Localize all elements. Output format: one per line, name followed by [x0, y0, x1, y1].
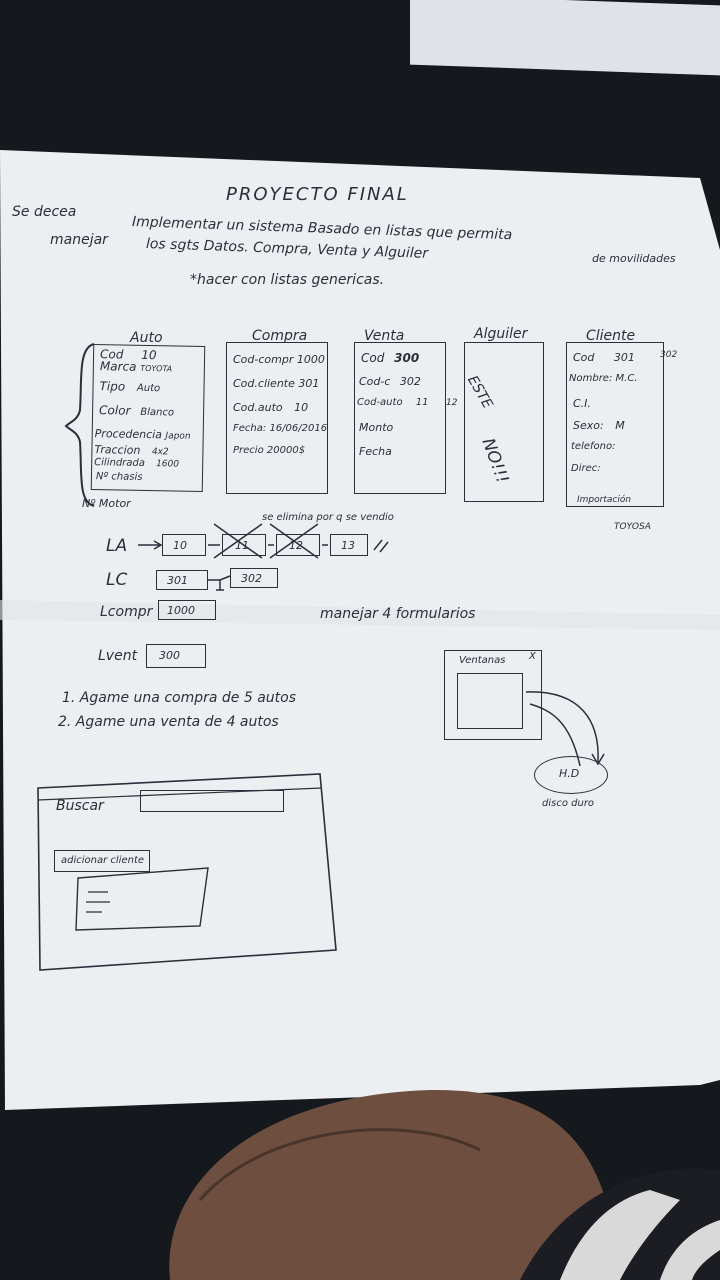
auto-field-label: Traccion [94, 443, 141, 457]
auto-field-label: Marca [99, 359, 137, 374]
venta-field-label: Cod-auto [357, 397, 403, 408]
compra-field-value: 16/06/2016 [269, 423, 328, 434]
window-sketch-panel [457, 673, 523, 729]
alquiler-text-este: ESTE [464, 373, 496, 412]
auto-field-value: Auto [136, 382, 161, 395]
list-node-value: 11 [235, 539, 249, 552]
list-node: 302 [230, 568, 278, 588]
list-node-value: 302 [241, 572, 262, 585]
list-node: 10 [162, 534, 206, 556]
auto-field-label: Procedencia [94, 427, 163, 442]
list-node-deleted: 12 [276, 534, 320, 556]
page-title: PROYECTO FINAL [226, 184, 409, 205]
list-note: se elimina por q se vendio [262, 512, 394, 523]
venta-field-value: 300 [394, 351, 420, 365]
auto-field-label: Nº chasis [95, 471, 143, 483]
cliente-field-label: Nombre: [569, 373, 613, 384]
compra-form: Cod-compr 1000 Cod.cliente 301 Cod.auto … [226, 342, 328, 494]
window-sketch: Ventanas X [444, 650, 542, 740]
auto-field-value: 4x2 [151, 447, 169, 458]
add-client-button[interactable]: adicionar cliente [54, 850, 150, 872]
auto-field-label: Cilindrada [94, 457, 146, 469]
auto-field-value: Japon [165, 431, 191, 442]
intro-line1-left: Se decea [12, 204, 77, 220]
list-node-value: 301 [167, 574, 188, 587]
cliente-field-value: 301 [613, 351, 635, 364]
list-node-deleted: 11 [222, 534, 266, 556]
venta-field-value: 302 [399, 375, 421, 388]
venta-form: Cod 300 Cod-c 302 Cod-auto 11 Monto Fech… [354, 342, 446, 494]
task-1: 1. Agame una compra de 5 autos [62, 690, 297, 706]
list-node-value: 10 [173, 539, 187, 552]
cliente-field-label: Sexo: [573, 419, 604, 432]
search-label: Buscar [56, 798, 104, 814]
auto-field-label: Tipo [99, 379, 126, 394]
venta-field-label: Cod [361, 351, 385, 365]
list-node-value: 300 [159, 649, 180, 662]
list-lc-label: LC [106, 570, 128, 590]
venta-field-label: Fecha [359, 445, 392, 458]
cliente-footer-label: Importación [577, 495, 632, 505]
intro-line2-tail: de movilidades [592, 252, 676, 265]
compra-field-value: 10 [294, 401, 309, 414]
auto-field-value: Blanco [140, 406, 175, 419]
compra-field-label: Cod-compr [233, 353, 294, 366]
venta-field-label: Cod-c [359, 375, 391, 388]
list-node: 1000 [158, 600, 216, 620]
cliente-footer-company: TOYOSA [614, 522, 651, 532]
alquiler-text-no: NO!!! [477, 435, 513, 487]
compra-field-label: Cod.cliente [233, 377, 295, 390]
cliente-field-value: M.C. [615, 373, 638, 384]
cliente-field-value: M [615, 419, 625, 432]
add-client-button-label: adicionar cliente [61, 855, 145, 866]
auto-form: Cod 10 Marca TOYOTA Tipo Auto Color Blan… [90, 344, 206, 492]
list-node-value: 12 [289, 539, 303, 552]
window-sketch-title: Ventanas [459, 655, 506, 666]
list-node-value: 1000 [167, 604, 195, 617]
list-node: 13 [330, 534, 368, 556]
venta-field-value: 11 [415, 397, 429, 408]
disk-icon: H.D [534, 756, 608, 794]
cliente-field-label: Cod [573, 351, 595, 364]
list-node: 301 [156, 570, 208, 590]
list-la-label: LA [106, 536, 128, 556]
cliente-form: Cod 301 Nombre: M.C. C.I. Sexo: M telefo… [566, 342, 664, 507]
close-icon: X [529, 651, 536, 662]
search-input[interactable] [140, 790, 284, 812]
cliente-side-number: 302 [660, 350, 678, 360]
task-2: 2. Agame una venta de 4 autos [58, 714, 279, 730]
compra-field-label: Cod.auto [233, 401, 283, 414]
list-node-value: 13 [341, 539, 355, 552]
alquiler-form-title: Alguiler [474, 326, 528, 342]
cliente-field-label: Direc: [571, 463, 601, 474]
auto-extra-field: Nº Motor [82, 497, 131, 510]
paper-sheet: PROYECTO FINAL Se decea Implementar un s… [0, 0, 720, 1280]
cliente-field-label: C.I. [573, 397, 591, 410]
compra-field-value: 20000$ [266, 445, 306, 456]
venta-side-number: 12 [446, 398, 458, 408]
disk-caption: disco duro [542, 798, 595, 809]
compra-field-value: 1000 [296, 353, 325, 366]
cliente-field-label: telefono: [571, 441, 616, 452]
list-lcompr-label: Lcompr [100, 604, 153, 620]
disk-label: H.D [559, 767, 580, 780]
compra-field-label: Precio [233, 445, 264, 456]
list-lvent-label: Lvent [98, 648, 138, 664]
auto-form-title: Auto [130, 330, 163, 346]
intro-line2-left: manejar [50, 232, 108, 248]
auto-field-label: Color [99, 403, 131, 418]
compra-field-label: Fecha: [233, 423, 267, 434]
venta-field-label: Monto [359, 421, 394, 434]
auto-field-value: 1600 [156, 459, 180, 470]
manage-note: manejar 4 formularios [320, 606, 476, 622]
intro-note: *hacer con listas genericas. [190, 272, 385, 288]
auto-field-value: TOYOTA [140, 363, 173, 374]
compra-field-value: 301 [298, 377, 320, 390]
alquiler-form: ESTE NO!!! [464, 342, 544, 502]
list-node: 300 [146, 644, 206, 668]
